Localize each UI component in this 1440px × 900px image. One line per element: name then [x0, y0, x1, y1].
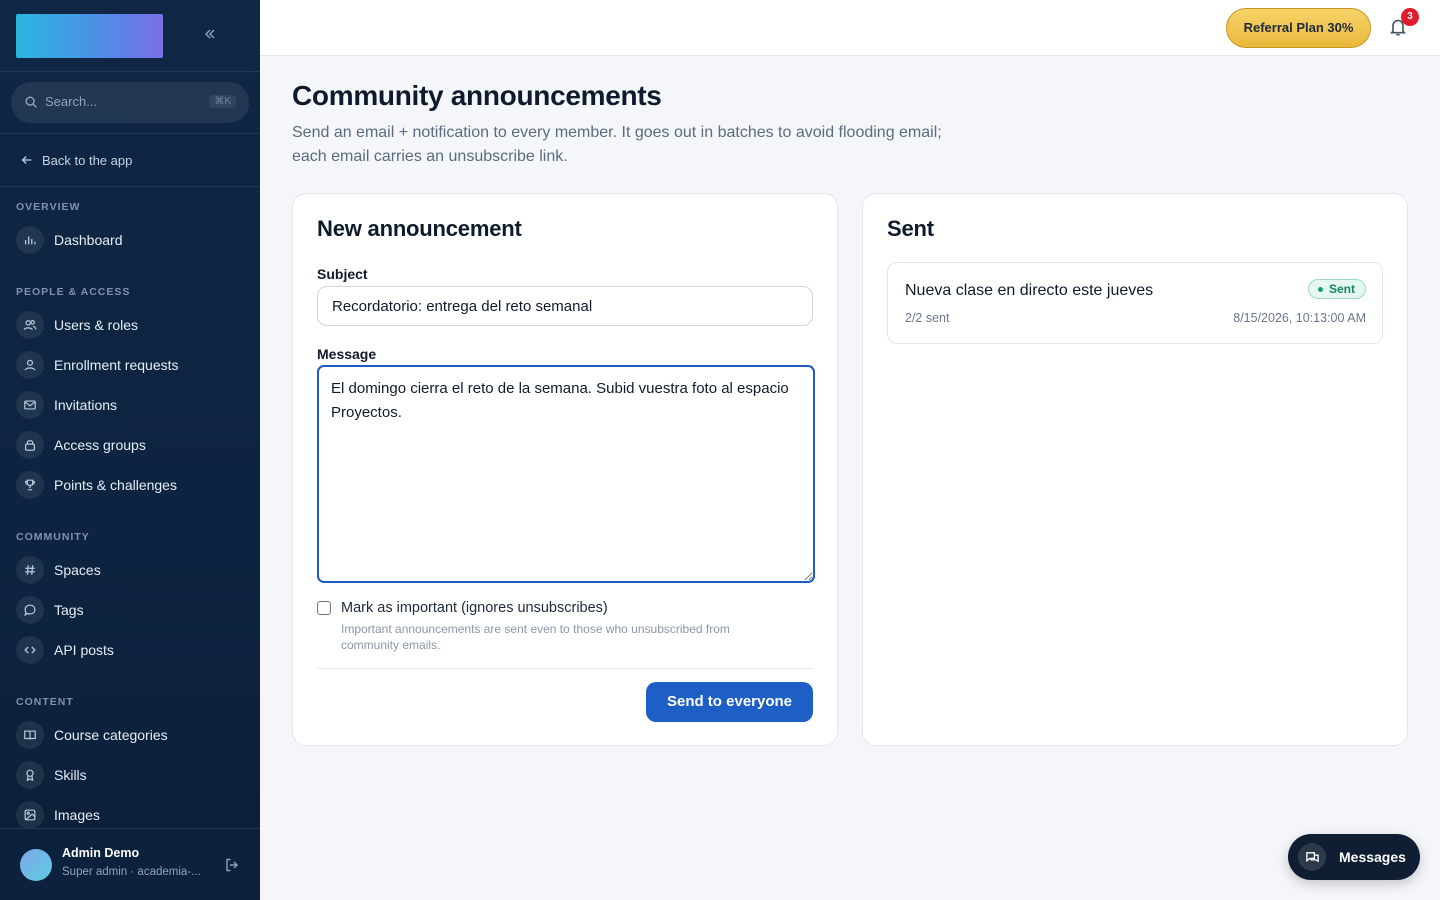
- award-icon: [16, 761, 44, 789]
- sidebar-item-invitations[interactable]: Invitations: [0, 385, 260, 425]
- sent-card: Sent Nueva clase en directo este jueves …: [862, 193, 1408, 746]
- divider: [317, 668, 813, 669]
- send-to-everyone-button[interactable]: Send to everyone: [646, 682, 813, 722]
- user-name: Admin Demo: [62, 846, 140, 860]
- user-role: Super admin · academia-...: [62, 866, 201, 878]
- sidebar-item-points-challenges[interactable]: Points & challenges: [0, 465, 260, 505]
- avatar[interactable]: [20, 849, 52, 881]
- sidebar-item-skills[interactable]: Skills: [0, 755, 260, 795]
- user-profile: Admin Demo Super admin · academia-...: [0, 828, 260, 900]
- user-icon: [16, 351, 44, 379]
- notification-badge: 3: [1401, 8, 1419, 26]
- sidebar-item-label: Users & roles: [54, 317, 139, 333]
- message-textarea[interactable]: El domingo cierra el reto de la semana. …: [317, 365, 815, 583]
- sent-title: Sent: [887, 216, 934, 241]
- sidebar: Search... ⌘K Back to the app OVERVIEW Da…: [0, 0, 260, 900]
- chat-bubble-icon: [16, 596, 44, 624]
- sidebar-item-users-roles[interactable]: Users & roles: [0, 305, 260, 345]
- bar-chart-icon: [16, 226, 44, 254]
- topbar: Referral Plan 30% 3: [260, 0, 1440, 56]
- sidebar-item-spaces[interactable]: Spaces: [0, 550, 260, 590]
- sidebar-item-label: Points & challenges: [54, 477, 177, 493]
- sidebar-header: [0, 0, 260, 72]
- sidebar-item-api-posts[interactable]: API posts: [0, 630, 260, 670]
- code-icon: [16, 636, 44, 664]
- sidebar-item-label: Spaces: [54, 562, 101, 578]
- important-checkbox-label[interactable]: Mark as important (ignores unsubscribes): [341, 600, 608, 616]
- important-help-text: Important announcements are sent even to…: [341, 622, 730, 652]
- search-shortcut: ⌘K: [209, 95, 236, 108]
- messages-label: Messages: [1339, 849, 1406, 865]
- sidebar-item-label: Images: [54, 807, 100, 823]
- section-title-community: COMMUNITY: [16, 531, 90, 543]
- sidebar-item-label: Invitations: [54, 397, 118, 413]
- status-badge: Sent: [1307, 279, 1366, 299]
- subject-field[interactable]: [317, 286, 813, 326]
- sidebar-item-label: API posts: [54, 642, 114, 658]
- important-checkbox[interactable]: [317, 601, 331, 615]
- back-to-app-link[interactable]: Back to the app: [0, 134, 260, 187]
- referral-plan-button[interactable]: Referral Plan 30%: [1226, 8, 1371, 48]
- section-title-content: CONTENT: [16, 696, 74, 708]
- mail-icon: [16, 391, 44, 419]
- section-title-people-access: PEOPLE & ACCESS: [16, 286, 131, 298]
- sent-subject: Nueva clase en directo este jueves: [905, 282, 1154, 299]
- hash-icon: [16, 556, 44, 584]
- sidebar-item-dashboard[interactable]: Dashboard: [0, 220, 260, 260]
- sidebar-item-access-groups[interactable]: Access groups: [0, 425, 260, 465]
- trophy-icon: [16, 471, 44, 499]
- image-icon: [16, 801, 44, 829]
- arrow-left-icon: [21, 156, 32, 164]
- messages-icon: [1298, 843, 1326, 871]
- sidebar-item-label: Skills: [54, 767, 87, 783]
- search-input[interactable]: Search... ⌘K: [11, 82, 249, 123]
- sidebar-item-label: Course categories: [54, 727, 168, 743]
- section-title-overview: OVERVIEW: [16, 201, 81, 213]
- book-icon: [16, 721, 44, 749]
- sidebar-item-tags[interactable]: Tags: [0, 590, 260, 630]
- logout-icon[interactable]: [224, 857, 240, 873]
- sent-count: 2/2 sent: [905, 311, 950, 325]
- sidebar-search-wrap: Search... ⌘K: [0, 72, 260, 134]
- sidebar-item-course-categories[interactable]: Course categories: [0, 715, 260, 755]
- message-label: Message: [317, 346, 377, 362]
- page-title: Community announcements: [292, 80, 662, 111]
- messages-button[interactable]: Messages: [1288, 834, 1420, 880]
- brand-logo[interactable]: [16, 14, 163, 58]
- lock-icon: [16, 431, 44, 459]
- new-announcement-card: New announcement Subject Message El domi…: [292, 193, 838, 746]
- sent-announcement-item[interactable]: Nueva clase en directo este jueves Sent …: [887, 262, 1383, 344]
- search-icon: [25, 96, 37, 108]
- back-to-app-label: Back to the app: [42, 152, 133, 168]
- sidebar-item-label: Access groups: [54, 437, 146, 453]
- collapse-sidebar-icon[interactable]: [200, 26, 220, 46]
- sidebar-item-enrollment-requests[interactable]: Enrollment requests: [0, 345, 260, 385]
- page-description: Send an email + notification to every me…: [292, 124, 942, 165]
- search-placeholder: Search...: [45, 94, 98, 109]
- new-announcement-title: New announcement: [317, 216, 522, 241]
- sidebar-item-label: Tags: [54, 602, 84, 618]
- sent-date: 8/15/2026, 10:13:00 AM: [1233, 311, 1366, 325]
- users-icon: [16, 311, 44, 339]
- sidebar-item-label: Dashboard: [54, 232, 123, 248]
- sidebar-item-label: Enrollment requests: [54, 357, 179, 373]
- subject-label: Subject: [317, 266, 368, 282]
